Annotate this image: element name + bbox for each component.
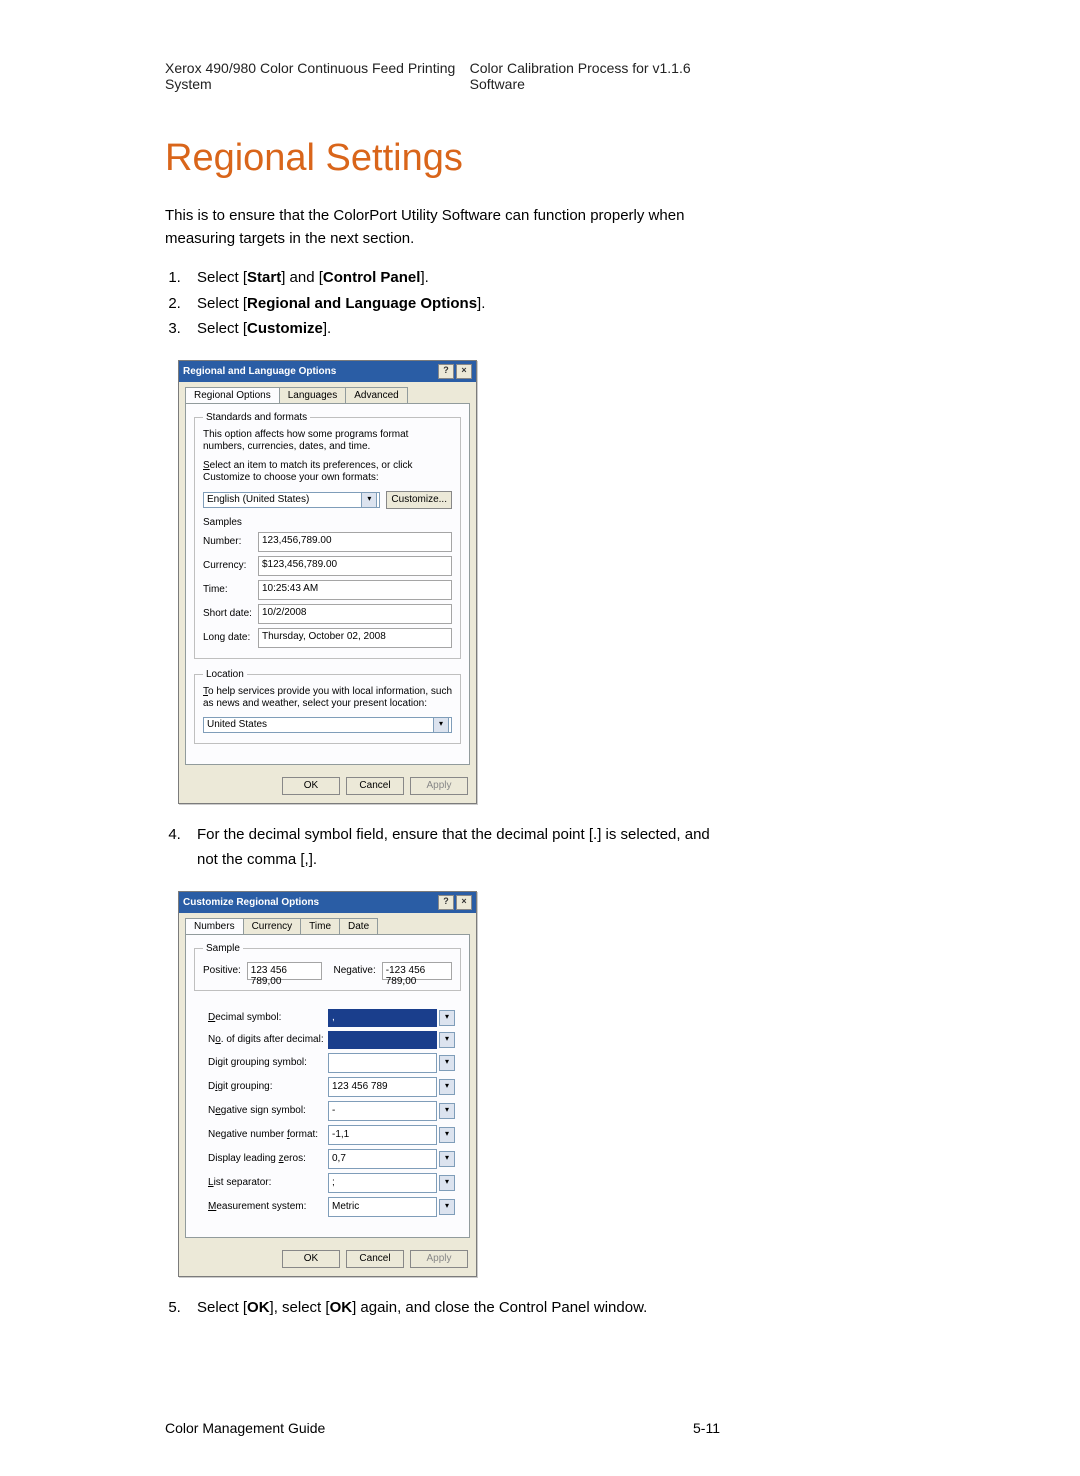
leading-zeros-label: Display leading zeros: (208, 1153, 328, 1164)
language-dropdown[interactable]: English (United States) ▾ (203, 492, 380, 508)
header-left: Xerox 490/980 Color Continuous Feed Prin… (165, 60, 470, 92)
decimal-symbol-dropdown[interactable]: , (328, 1009, 437, 1027)
standards-note-2: Select an item to match its preferences,… (203, 460, 452, 485)
chevron-down-icon: ▾ (439, 1127, 455, 1143)
apply-button[interactable]: Apply (410, 1250, 468, 1268)
ok-button[interactable]: OK (282, 1250, 340, 1268)
customize-button[interactable]: Customize... (386, 491, 452, 509)
shortdate-label: Short date: (203, 608, 258, 619)
number-sample: 123,456,789.00 (258, 532, 452, 552)
regional-options-dialog: Regional and Language Options ? × Region… (178, 360, 477, 804)
digits-after-dropdown[interactable] (328, 1031, 437, 1049)
titlebar: Regional and Language Options ? × (179, 361, 476, 382)
time-sample: 10:25:43 AM (258, 580, 452, 600)
step-2: Select [Regional and Language Options]. (185, 291, 720, 317)
list-separator-label: List separator: (208, 1177, 328, 1188)
cancel-button[interactable]: Cancel (346, 1250, 404, 1268)
step-5: Select [OK], select [OK] again, and clos… (185, 1295, 720, 1321)
close-icon[interactable]: × (456, 364, 472, 379)
step-3: Select [Customize]. (185, 316, 720, 342)
step-4: For the decimal symbol field, ensure tha… (185, 822, 720, 873)
close-icon[interactable]: × (456, 895, 472, 910)
location-dropdown[interactable]: United States ▾ (203, 717, 452, 733)
location-legend: Location (203, 669, 247, 680)
tabstrip: Regional Options Languages Advanced (185, 387, 470, 403)
chevron-down-icon: ▾ (433, 717, 449, 733)
negative-sign-dropdown[interactable]: - (328, 1101, 437, 1121)
negative-label: Negative: (334, 965, 376, 976)
titlebar: Customize Regional Options ? × (179, 892, 476, 913)
number-label: Number: (203, 536, 258, 547)
cancel-button[interactable]: Cancel (346, 777, 404, 795)
help-icon[interactable]: ? (438, 364, 454, 379)
negative-sample: -123 456 789,00 (382, 962, 452, 980)
negative-format-label: Negative number format: (208, 1129, 328, 1140)
currency-sample: $123,456,789.00 (258, 556, 452, 576)
digits-after-label: No. of digits after decimal: (208, 1034, 328, 1045)
dialog-title: Customize Regional Options (183, 897, 319, 908)
samples-label: Samples (203, 517, 452, 528)
list-separator-dropdown[interactable]: ; (328, 1173, 437, 1193)
dialog-title: Regional and Language Options (183, 366, 336, 377)
standards-note-1: This option affects how some programs fo… (203, 429, 452, 454)
apply-button[interactable]: Apply (410, 777, 468, 795)
grouping-symbol-label: Digit grouping symbol: (208, 1057, 328, 1068)
page-footer: Color Management Guide 5-11 (165, 1420, 720, 1436)
tab-regional-options[interactable]: Regional Options (185, 387, 280, 403)
chevron-down-icon: ▾ (439, 1032, 455, 1048)
footer-left: Color Management Guide (165, 1420, 325, 1436)
header-right: Color Calibration Process for v1.1.6 Sof… (470, 60, 720, 92)
location-note: To help services provide you with local … (203, 686, 452, 711)
standards-and-formats-group: Standards and formats This option affect… (194, 412, 461, 659)
negative-format-dropdown[interactable]: -1,1 (328, 1125, 437, 1145)
chevron-down-icon: ▾ (439, 1010, 455, 1026)
page-title: Regional Settings (165, 137, 720, 180)
longdate-sample: Thursday, October 02, 2008 (258, 628, 452, 648)
step-1: Select [Start] and [Control Panel]. (185, 265, 720, 291)
chevron-down-icon: ▾ (439, 1175, 455, 1191)
tab-currency[interactable]: Currency (243, 918, 302, 934)
currency-label: Currency: (203, 560, 258, 571)
digit-grouping-dropdown[interactable]: 123 456 789 (328, 1077, 437, 1097)
chevron-down-icon: ▾ (439, 1079, 455, 1095)
help-icon[interactable]: ? (438, 895, 454, 910)
shortdate-sample: 10/2/2008 (258, 604, 452, 624)
time-label: Time: (203, 584, 258, 595)
tab-numbers[interactable]: Numbers (185, 918, 244, 934)
chevron-down-icon: ▾ (361, 492, 377, 508)
decimal-symbol-label: Decimal symbol: (208, 1012, 328, 1023)
chevron-down-icon: ▾ (439, 1199, 455, 1215)
measurement-dropdown[interactable]: Metric (328, 1197, 437, 1217)
standards-legend: Standards and formats (203, 412, 310, 423)
leading-zeros-dropdown[interactable]: 0,7 (328, 1149, 437, 1169)
tabstrip: Numbers Currency Time Date (185, 918, 470, 934)
grouping-symbol-dropdown[interactable] (328, 1053, 437, 1073)
location-group: Location To help services provide you wi… (194, 669, 461, 744)
longdate-label: Long date: (203, 632, 258, 643)
customize-regional-options-dialog: Customize Regional Options ? × Numbers C… (178, 891, 477, 1277)
intro-paragraph: This is to ensure that the ColorPort Uti… (165, 205, 720, 250)
tab-advanced[interactable]: Advanced (345, 387, 407, 403)
footer-right: 5-11 (693, 1420, 720, 1436)
digit-grouping-label: Digit grouping: (208, 1081, 328, 1092)
positive-sample: 123 456 789,00 (247, 962, 322, 980)
chevron-down-icon: ▾ (439, 1103, 455, 1119)
sample-group: Sample Positive: 123 456 789,00 Negative:… (194, 943, 461, 991)
ok-button[interactable]: OK (282, 777, 340, 795)
sample-legend: Sample (203, 943, 243, 954)
chevron-down-icon: ▾ (439, 1055, 455, 1071)
measurement-label: Measurement system: (208, 1201, 328, 1212)
page-header: Xerox 490/980 Color Continuous Feed Prin… (165, 60, 720, 92)
tab-date[interactable]: Date (339, 918, 378, 934)
tab-languages[interactable]: Languages (279, 387, 347, 403)
chevron-down-icon: ▾ (439, 1151, 455, 1167)
positive-label: Positive: (203, 965, 241, 976)
tab-time[interactable]: Time (300, 918, 340, 934)
negative-sign-label: Negative sign symbol: (208, 1105, 328, 1116)
